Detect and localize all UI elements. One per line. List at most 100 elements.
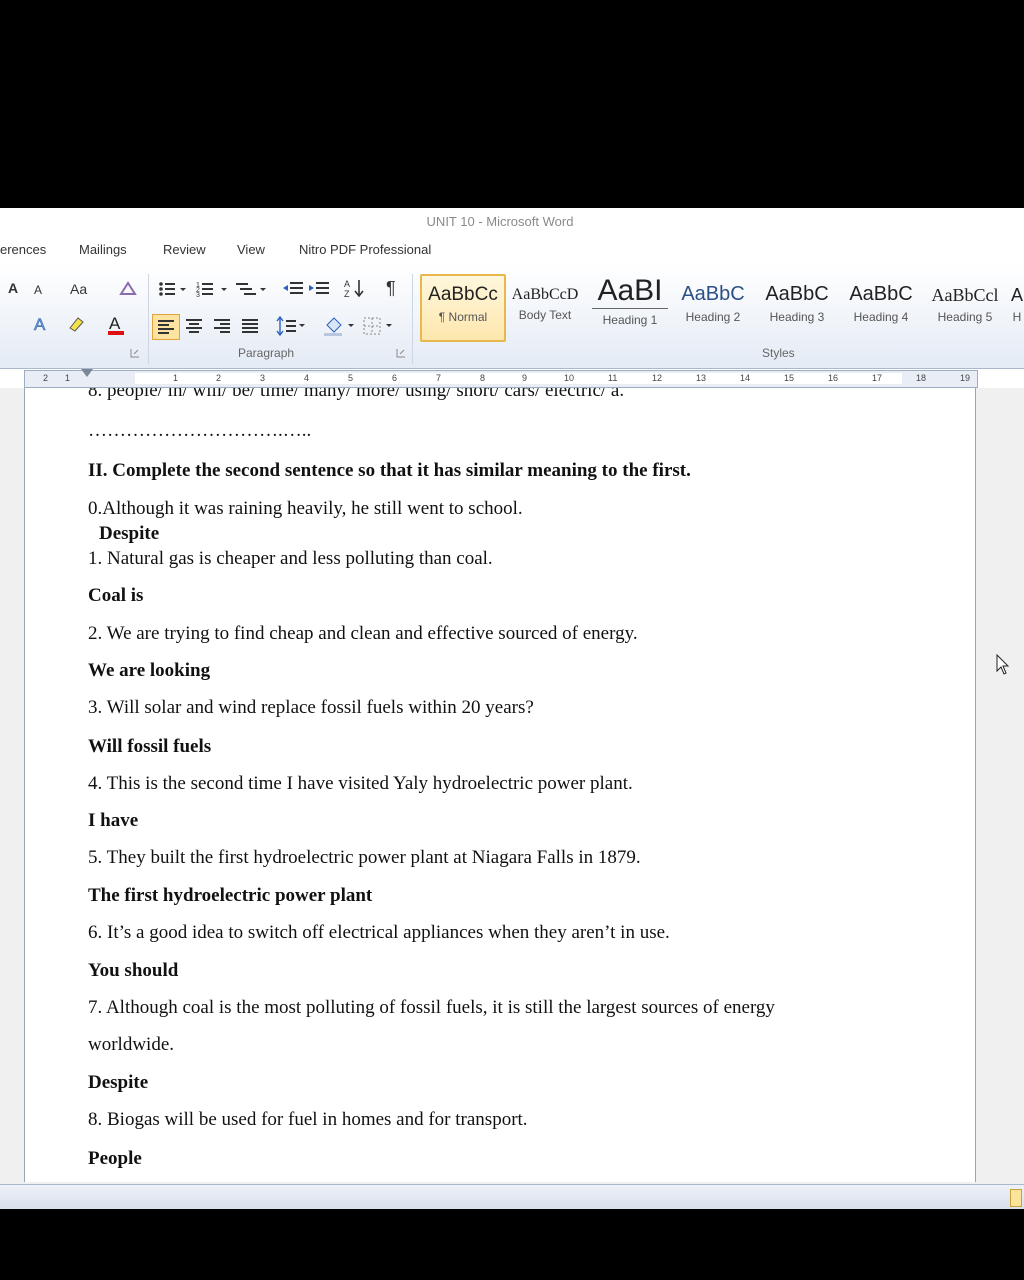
style-heading-3[interactable]: AaBbC Heading 3 [760, 274, 834, 338]
section-heading: II. Complete the second sentence so that… [88, 460, 691, 481]
paragraph-dialog-launcher-icon[interactable] [396, 348, 406, 358]
ruler-tick: 4 [304, 373, 310, 383]
style-heading-4[interactable]: AaBbC Heading 4 [844, 274, 918, 338]
ruler-tick: 2 [216, 373, 222, 383]
word-window: UNIT 10 - Microsoft Word erences Mailing… [0, 208, 1024, 1209]
ruler-tick: 1 [65, 373, 71, 383]
shading-icon[interactable] [322, 315, 356, 337]
ruler-tick: 10 [564, 373, 575, 383]
style-heading-2[interactable]: AaBbC Heading 2 [676, 274, 750, 338]
bullets-icon[interactable] [158, 280, 186, 298]
ribbon-tabs: erences Mailings Review View Nitro PDF P… [0, 236, 1024, 264]
paragraph-group-label: Paragraph [238, 346, 295, 360]
shrink-font-button[interactable]: A [34, 283, 42, 297]
text-effects-icon[interactable]: A [32, 314, 54, 334]
doc-line: ………………………….….. [88, 420, 312, 441]
clear-formatting-icon[interactable] [118, 280, 138, 298]
ruler-tick: 18 [916, 373, 927, 383]
tab-review[interactable]: Review [163, 242, 206, 257]
style-heading-1[interactable]: AaBI Heading 1 [592, 274, 668, 338]
status-bar [0, 1184, 1024, 1209]
view-toggle-icon[interactable] [1010, 1189, 1022, 1207]
multilevel-list-icon[interactable] [236, 280, 266, 298]
ruler-tick: 5 [348, 373, 354, 383]
ruler-tick: 9 [522, 373, 528, 383]
style-body-text[interactable]: AaBbCcD Body Text [506, 274, 584, 338]
answer-prompt: We are looking [88, 660, 211, 681]
ruler-tick: 6 [392, 373, 398, 383]
ruler-tick: 16 [828, 373, 839, 383]
borders-icon[interactable] [362, 315, 394, 337]
title-bar: UNIT 10 - Microsoft Word [0, 208, 1024, 236]
sort-icon[interactable]: AZ [344, 278, 366, 300]
align-center-icon[interactable] [184, 315, 206, 337]
ruler-tick: 2 [43, 373, 49, 383]
style-normal[interactable]: AaBbCc ¶ Normal [420, 274, 506, 342]
answer-prompt: You should [88, 960, 179, 981]
increase-indent-icon[interactable] [308, 280, 330, 298]
separator [148, 274, 149, 364]
doc-line: 8. people/ in/ will/ be/ time/ many/ mor… [88, 388, 625, 401]
doc-line: 0.Although it was raining heavily, he st… [88, 498, 523, 519]
answer-prompt: Will fossil fuels [88, 736, 212, 757]
answer-prompt: People [88, 1148, 142, 1169]
doc-line: worldwide. [88, 1034, 175, 1055]
ruler-tick: 7 [436, 373, 442, 383]
align-left-icon[interactable] [152, 314, 180, 340]
line-spacing-icon[interactable] [276, 315, 306, 337]
ruler-tick: 12 [652, 373, 663, 383]
highlight-icon[interactable] [66, 314, 90, 334]
ruler-tick: 19 [960, 373, 971, 383]
numbering-icon[interactable]: 123 [196, 280, 228, 298]
svg-text:Z: Z [344, 289, 350, 299]
doc-line: 6. It’s a good idea to switch off electr… [88, 922, 670, 943]
grow-font-button[interactable]: A [8, 280, 18, 296]
doc-line: 1. Natural gas is cheaper and less pollu… [88, 548, 493, 569]
document-page[interactable]: 8. people/ in/ will/ be/ time/ many/ mor… [24, 388, 976, 1182]
svg-text:A: A [34, 315, 46, 334]
ruler-tick: 17 [872, 373, 883, 383]
align-right-icon[interactable] [212, 315, 234, 337]
tab-view[interactable]: View [237, 242, 265, 257]
tab-mailings[interactable]: Mailings [79, 242, 127, 257]
svg-text:A: A [109, 314, 121, 333]
ribbon: A A Aa A A 123 AZ ¶ Paragraph AaBbCc ¶ N… [0, 264, 1024, 369]
ruler-tick: 13 [696, 373, 707, 383]
answer-prompt: Despite [88, 1072, 149, 1093]
justify-icon[interactable] [240, 315, 262, 337]
svg-text:A: A [344, 279, 350, 289]
tab-references[interactable]: erences [0, 242, 46, 257]
answer-prompt: I have [88, 810, 139, 831]
horizontal-ruler[interactable]: 2 1 1 2 3 4 5 6 7 8 9 10 11 12 13 14 15 … [24, 369, 978, 388]
font-dialog-launcher-icon[interactable] [130, 348, 140, 358]
ruler-tick: 11 [608, 373, 618, 383]
answer-prompt: Coal is [88, 585, 144, 606]
ruler-tick: 3 [260, 373, 266, 383]
doc-line: 8. Biogas will be used for fuel in homes… [88, 1109, 528, 1130]
styles-group-label: Styles [762, 346, 795, 360]
document-canvas: 8. people/ in/ will/ be/ time/ many/ mor… [0, 388, 1024, 1184]
change-case-button[interactable]: Aa [70, 281, 87, 297]
svg-text:3: 3 [196, 292, 200, 298]
window-title: UNIT 10 - Microsoft Word [426, 214, 574, 229]
tab-nitro-pdf[interactable]: Nitro PDF Professional [299, 242, 431, 257]
ruler-tick: 8 [480, 373, 486, 383]
separator [412, 274, 413, 364]
ruler-tick: 15 [784, 373, 795, 383]
doc-line: 5. They built the first hydroelectric po… [88, 847, 641, 868]
doc-line: 7. Although coal is the most polluting o… [88, 997, 775, 1018]
font-color-icon[interactable]: A [106, 314, 128, 336]
doc-line: 3. Will solar and wind replace fossil fu… [88, 697, 534, 718]
style-heading-5[interactable]: AaBbCcl Heading 5 [926, 274, 1004, 338]
decrease-indent-icon[interactable] [282, 280, 304, 298]
style-next[interactable]: A H [1010, 274, 1024, 338]
doc-line: 2. We are trying to find cheap and clean… [88, 623, 638, 644]
show-hide-marks-button[interactable]: ¶ [386, 278, 396, 299]
answer-prompt: The first hydroelectric power plant [88, 885, 373, 906]
answer-prompt: Despite [99, 523, 160, 544]
indent-marker[interactable] [81, 369, 93, 377]
ruler-tick: 14 [740, 373, 751, 383]
ruler-tick: 1 [173, 373, 179, 383]
doc-line: 4. This is the second time I have visite… [88, 773, 633, 794]
mouse-pointer-icon [996, 654, 1010, 675]
